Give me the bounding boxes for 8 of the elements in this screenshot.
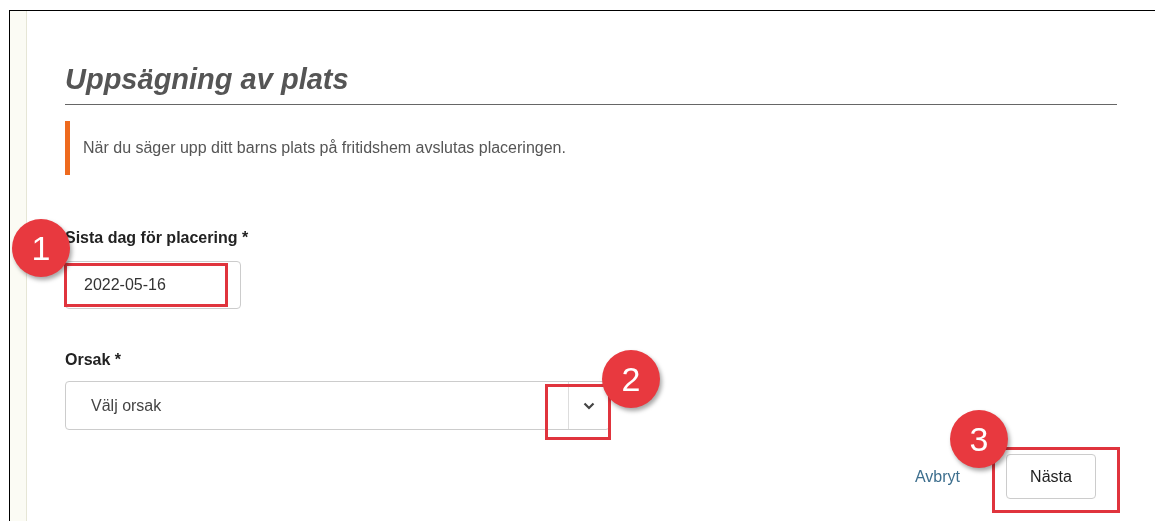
page-title: Uppsägning av plats (65, 62, 1117, 105)
field-label: Orsak * (65, 350, 123, 370)
cancel-link[interactable]: Avbryt (914, 467, 960, 486)
info-notice: När du säger upp ditt barns plats på fritidshem avslutas placeringen. (65, 121, 1117, 175)
chevron-down-icon (583, 401, 595, 410)
step-badge-overlay: 2 (602, 350, 660, 408)
next-button[interactable]: Nästa (1006, 454, 1096, 499)
step-badge-overlay: 3 (950, 410, 1008, 468)
